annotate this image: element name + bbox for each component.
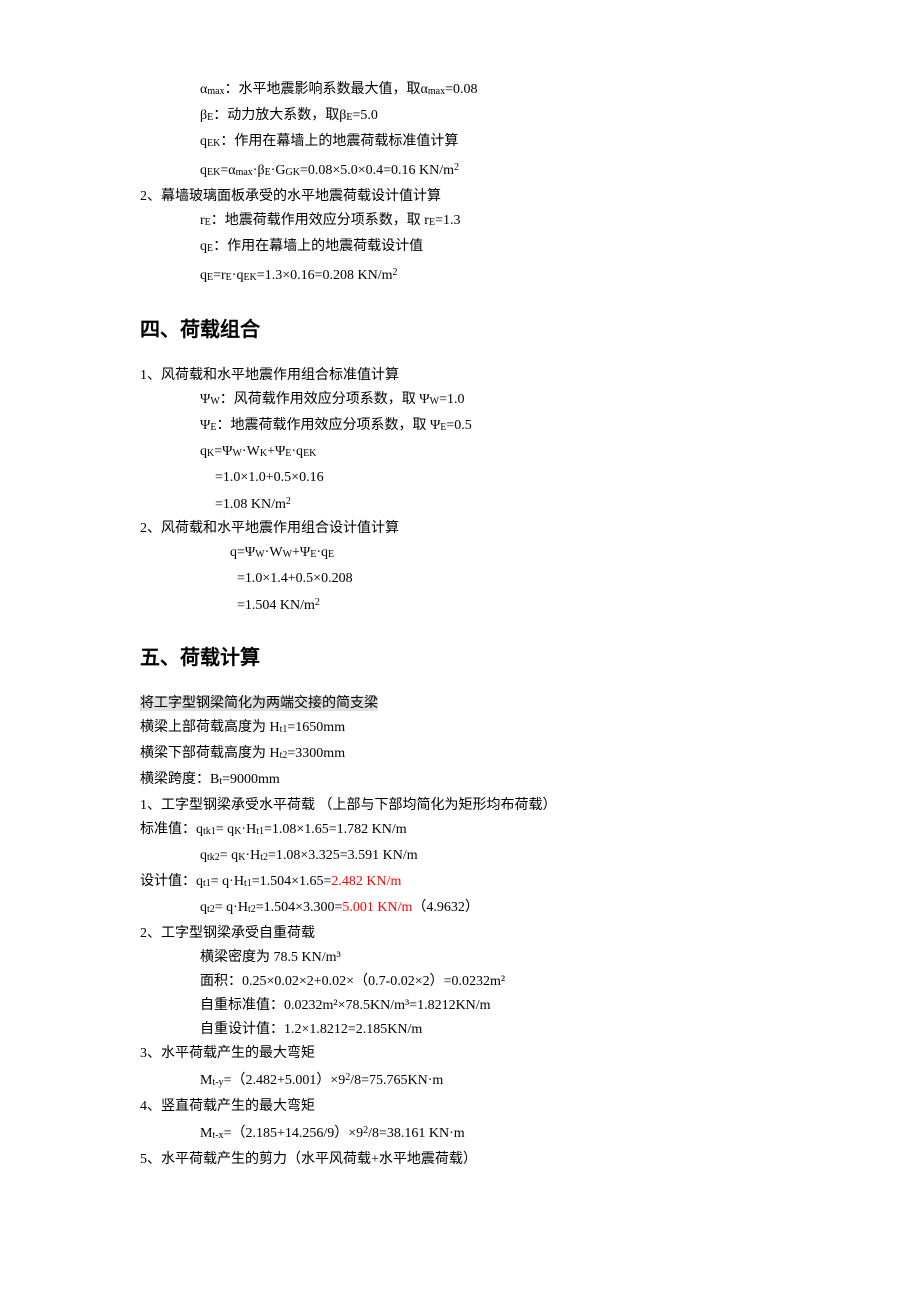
s4-l2: 2、风荷载和水平地震作用组合设计值计算	[140, 517, 780, 541]
document-page: αmax：水平地震影响系数最大值，取αmax=0.08 βE：动力放大系数，取β…	[0, 0, 920, 1302]
s5-a3: 横梁跨度：Bt=9000mm	[140, 768, 780, 794]
s4-l1-3: qK=ΨW·WK+ΨE·qEK	[140, 440, 780, 466]
s5-b1-2: qtk2= qK·Ht2=1.08×3.325=3.591 KN/m	[140, 844, 780, 870]
s5-e1: Mt-x=（2.185+14.256/9）×92/8=38.161 KN·m	[140, 1119, 780, 1148]
s5-c0: 2、工字型钢梁承受自重荷载	[140, 922, 780, 946]
s5-b2-2: qt2= q·Ht2=1.504×3.300=5.001 KN/m（4.9632…	[140, 896, 780, 922]
line-re-desc: rE：地震荷载作用效应分项系数，取 rE=1.3	[140, 209, 780, 235]
s5-b2: 设计值：qt1= q·Ht1=1.504×1.65=2.482 KN/m	[140, 870, 780, 896]
red-value-2: 5.001 KN/m	[342, 900, 412, 915]
s5-c4: 自重设计值：1.2×1.8212=2.185KN/m	[140, 1018, 780, 1042]
s5-b0: 1、工字型钢梁承受水平荷载 （上部与下部均简化为矩形均布荷载）	[140, 794, 780, 818]
line-qe-calc: qE=rE·qEK=1.3×0.16=0.208 KN/m2	[140, 261, 780, 290]
line-qe-desc: qE：作用在幕墙上的地震荷载设计值	[140, 235, 780, 261]
s5-c3: 自重标准值：0.0232m²×78.5KN/m³=1.8212KN/m	[140, 994, 780, 1018]
s4-l1-5: =1.08 KN/m2	[140, 490, 780, 517]
line-s3-2: 2、幕墙玻璃面板承受的水平地震荷载设计值计算	[140, 185, 780, 209]
line-q-ek-desc: qEK：作用在幕墙上的地震荷载标准值计算	[140, 130, 780, 156]
s5-b2-2b: （4.9632）	[412, 900, 479, 915]
s4-l1-1: ΨW：风荷载作用效应分项系数，取 ΨW=1.0	[140, 388, 780, 414]
line-beta-e: βE：动力放大系数，取βE=5.0	[140, 104, 780, 130]
highlighted-text: 将工字型钢梁简化为两端交接的简支梁	[140, 696, 378, 711]
s4-l2-1: q=ΨW·WW+ΨE·qE	[140, 541, 780, 567]
s5-d1: Mt-y=（2.482+5.001）×92/8=75.765KN·m	[140, 1066, 780, 1095]
s5-a2: 横梁下部荷载高度为 Ht2=3300mm	[140, 742, 780, 768]
s5-f0: 5、水平荷载产生的剪力（水平风荷载+水平地震荷载）	[140, 1148, 780, 1172]
red-value-1: 2.482 KN/m	[331, 874, 401, 889]
s5-b1: 标准值：qtk1= qK·Ht1=1.08×1.65=1.782 KN/m	[140, 818, 780, 844]
s4-l1-2: ΨE：地震荷载作用效应分项系数，取 ΨE=0.5	[140, 414, 780, 440]
heading-section-5: 五、荷载计算	[140, 646, 780, 670]
s4-l2-2: =1.0×1.4+0.5×0.208	[140, 567, 780, 591]
line-alpha-max: αmax：水平地震影响系数最大值，取αmax=0.08	[140, 78, 780, 104]
heading-section-4: 四、荷载组合	[140, 318, 780, 342]
s4-l2-3: =1.504 KN/m2	[140, 591, 780, 618]
s5-d0: 3、水平荷载产生的最大弯矩	[140, 1042, 780, 1066]
s4-l1-4: =1.0×1.0+0.5×0.16	[140, 466, 780, 490]
s5-a1: 横梁上部荷载高度为 Ht1=1650mm	[140, 716, 780, 742]
line-q-ek-calc: qEK=αmax·βE·GGK=0.08×5.0×0.4=0.16 KN/m2	[140, 156, 780, 185]
s5-c1: 横梁密度为 78.5 KN/m³	[140, 946, 780, 970]
s4-l1: 1、风荷载和水平地震作用组合标准值计算	[140, 364, 780, 388]
s5-c2: 面积：0.25×0.02×2+0.02×（0.7-0.02×2）=0.0232m…	[140, 970, 780, 994]
s5-e0: 4、竖直荷载产生的最大弯矩	[140, 1095, 780, 1119]
s5-hl: 将工字型钢梁简化为两端交接的简支梁	[140, 692, 780, 716]
